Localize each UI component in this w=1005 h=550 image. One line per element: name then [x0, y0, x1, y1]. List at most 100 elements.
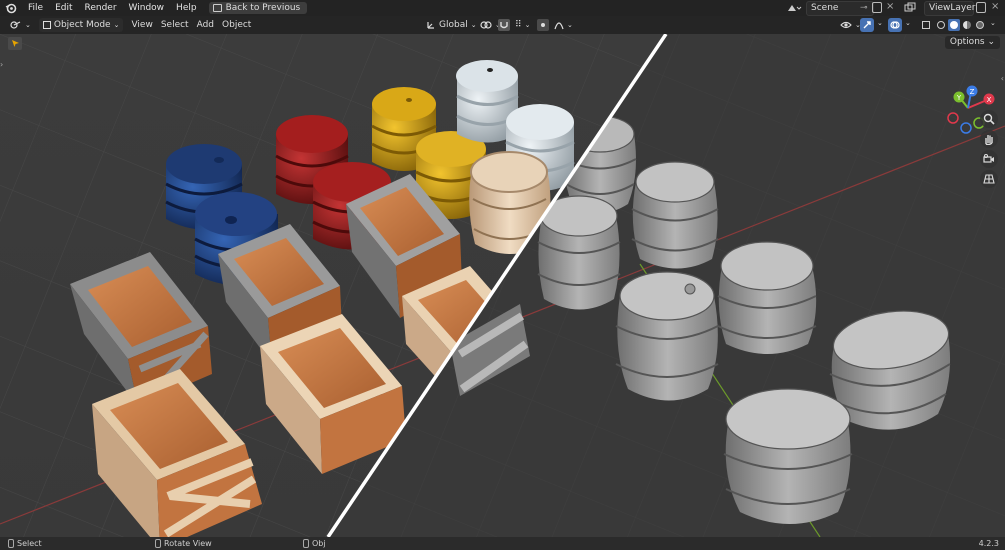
status-select-hint: Select	[8, 537, 42, 550]
3d-viewport[interactable]: X Y Z › ‹ Options ⌄	[0, 34, 1005, 537]
snap-grid-icon: ⠿	[515, 20, 522, 30]
gizmo-toggle-button[interactable]	[860, 18, 874, 32]
mouse-left-icon	[8, 539, 14, 548]
menu-object[interactable]: Object	[218, 18, 255, 32]
solid-sphere-icon	[950, 21, 958, 29]
select-box-tool-button[interactable]	[8, 37, 22, 50]
status-select-label: Select	[17, 539, 42, 548]
camera-view-button[interactable]	[980, 150, 998, 168]
object-mode-label: Object Mode	[53, 20, 111, 30]
viewport-header: ⌄ Object Mode ⌄ View Select Add Object G…	[0, 16, 1005, 34]
new-view-layer-icon[interactable]	[976, 2, 986, 13]
mouse-middle-icon	[155, 539, 161, 548]
snap-toggle-button[interactable]	[498, 19, 510, 31]
3d-viewport-icon	[10, 21, 21, 29]
delete-view-layer-icon[interactable]: ×	[991, 1, 999, 12]
menu-window[interactable]: Window	[123, 0, 171, 16]
scene-type-icon[interactable]	[786, 2, 802, 14]
grey-barrel[interactable]	[615, 271, 719, 401]
overlay-circles-icon	[890, 21, 900, 29]
transform-orientation-label: Global	[439, 20, 468, 30]
gizmo-arrow-icon	[863, 21, 871, 29]
pivot-link-icon	[480, 21, 492, 29]
grid-perspective-icon	[983, 174, 995, 184]
menu-select[interactable]: Select	[157, 18, 193, 32]
status-object-hint: Obj	[303, 537, 326, 550]
scene-name: Scene	[811, 3, 839, 13]
object-mode-icon	[42, 21, 51, 29]
chevron-down-icon[interactable]: ⌄	[990, 19, 996, 27]
grey-barrel[interactable]	[537, 195, 621, 310]
transform-orientation-dropdown[interactable]: Global ⌄	[422, 18, 481, 32]
chevron-down-icon: ⌄	[524, 21, 531, 29]
status-version: 4.2.3	[979, 537, 999, 550]
cursor-arrow-icon	[11, 40, 19, 47]
zoom-view-button[interactable]	[980, 110, 998, 128]
orientation-axes-icon	[427, 22, 434, 29]
chevron-down-icon: ⌄	[25, 21, 31, 29]
status-object-label: Obj	[312, 539, 326, 548]
xray-square-icon	[922, 21, 930, 29]
gizmo-x-label: X	[987, 96, 992, 104]
magnet-icon	[500, 22, 508, 29]
falloff-curve-icon	[554, 22, 564, 30]
view-layer-name: ViewLayer	[929, 3, 976, 13]
right-panel-collapse-icon[interactable]: ‹	[1001, 74, 1004, 83]
proportional-editing-button[interactable]	[537, 19, 549, 31]
gizmo-y-label: Y	[956, 94, 962, 102]
menu-render[interactable]: Render	[79, 0, 123, 16]
rendered-shading-button[interactable]	[974, 19, 986, 31]
eye-icon	[840, 21, 852, 29]
overlays-toggle-button[interactable]	[888, 18, 902, 32]
status-bar: Select Rotate View Obj 4.2.3	[0, 537, 1005, 550]
scene-pin-icon[interactable]: ⊸	[860, 3, 868, 13]
grey-barrel[interactable]	[717, 241, 817, 354]
xray-toggle-button[interactable]	[920, 19, 932, 31]
back-icon	[212, 4, 222, 12]
status-rotate-label: Rotate View	[164, 539, 212, 548]
top-menu-bar: File Edit Render Window Help Back to Pre…	[0, 0, 1005, 16]
magnifier-icon	[983, 113, 995, 125]
menu-edit[interactable]: Edit	[49, 0, 78, 16]
editor-type-dropdown[interactable]: ⌄	[6, 18, 35, 32]
rendered-sphere-icon	[976, 21, 984, 29]
camera-icon	[983, 154, 994, 163]
version-label: 4.2.3	[978, 539, 999, 548]
material-sphere-icon	[963, 21, 971, 29]
proportional-falloff-dropdown[interactable]: ⌄	[550, 18, 577, 32]
grey-barrel[interactable]	[631, 161, 719, 269]
left-panel-collapse-icon[interactable]: ›	[0, 60, 3, 69]
perspective-toggle-button[interactable]	[980, 170, 998, 188]
delete-scene-icon[interactable]: ×	[886, 1, 894, 12]
menu-help[interactable]: Help	[170, 0, 203, 16]
viewport-scene: X Y Z	[0, 34, 1005, 537]
wireframe-shading-button[interactable]	[935, 19, 947, 31]
back-to-previous-label: Back to Previous	[225, 3, 301, 13]
pan-view-button[interactable]	[980, 130, 998, 148]
new-scene-icon[interactable]	[872, 2, 882, 13]
gizmo-z-label: Z	[970, 88, 975, 96]
blender-logo-icon[interactable]	[0, 0, 22, 16]
hand-icon	[985, 135, 993, 145]
menu-add[interactable]: Add	[193, 18, 218, 32]
chevron-down-icon: ⌄	[113, 21, 120, 29]
view-layer-type-icon[interactable]	[904, 2, 920, 14]
chevron-down-icon[interactable]: ⌄	[905, 19, 911, 27]
snap-target-dropdown[interactable]: ⠿ ⌄	[511, 18, 534, 32]
material-preview-button[interactable]	[961, 19, 973, 31]
back-to-previous-button[interactable]: Back to Previous	[208, 2, 308, 14]
wireframe-sphere-icon	[937, 21, 945, 29]
chevron-down-icon[interactable]: ⌄	[877, 19, 883, 27]
proportional-dot-icon	[541, 23, 545, 27]
view-layer-name-field[interactable]: ViewLayer	[924, 1, 976, 16]
chevron-down-icon: ⌄	[567, 21, 573, 29]
options-label: Options	[949, 37, 985, 47]
menu-file[interactable]: File	[22, 0, 49, 16]
options-dropdown[interactable]: Options ⌄	[944, 36, 1000, 49]
solid-shading-button[interactable]	[948, 19, 960, 31]
status-rotate-hint: Rotate View	[155, 537, 212, 550]
grey-barrel[interactable]	[723, 388, 853, 524]
menu-view[interactable]: View	[127, 18, 156, 32]
mouse-right-icon	[303, 539, 309, 548]
object-mode-dropdown[interactable]: Object Mode ⌄	[38, 18, 124, 32]
